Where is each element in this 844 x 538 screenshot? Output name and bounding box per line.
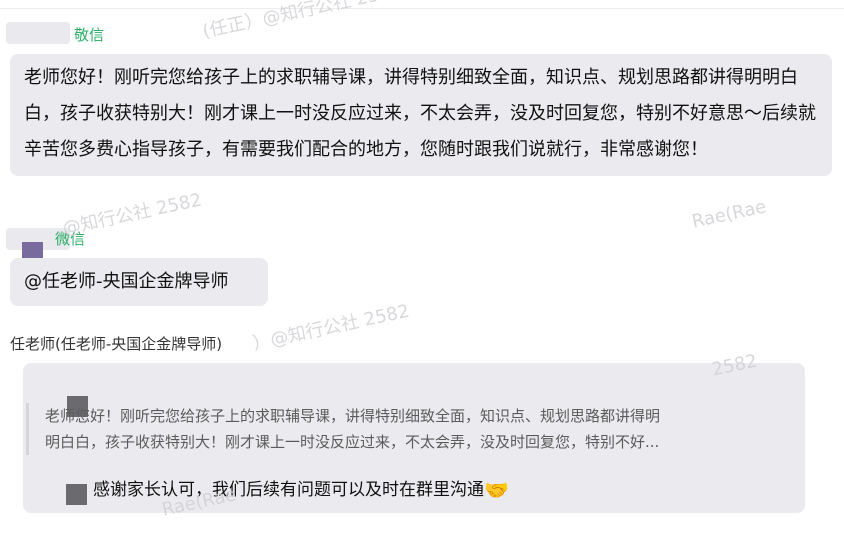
- message-text: 老师您好！刚听完您给孩子上的求职辅导课，讲得特别细致全面，知识点、规划思路都讲得…: [24, 67, 816, 160]
- mention-text: @任老师-央国企金牌导师: [24, 271, 229, 292]
- watermark: Rae(Rae: [690, 196, 769, 233]
- blurred-sender-avatar: [6, 22, 70, 44]
- top-divider: [0, 8, 844, 9]
- censor-block: [66, 484, 87, 505]
- mention-bubble[interactable]: @任老师-央国企金牌导师: [10, 258, 268, 306]
- watermark: (任正）@知行公社 2582: [200, 0, 404, 43]
- watermark: ）@知行公社 2582: [250, 300, 412, 355]
- reply-message: 感谢家长认可，我们后续有问题可以及时在群里沟通🤝: [93, 477, 509, 503]
- quoted-message[interactable]: 老师您好！刚听完您给孩子上的求职辅导课，讲得特别细致全面，知识点、规划思路都讲得…: [26, 403, 787, 455]
- message-bubble[interactable]: 老师您好！刚听完您给孩子上的求职辅导课，讲得特别细致全面，知识点、规划思路都讲得…: [10, 54, 832, 176]
- reply-sender-name: 任老师(任老师-央国企金牌导师): [10, 335, 223, 353]
- reply-text: 感谢家长认可，我们后续有问题可以及时在群里沟通: [93, 480, 484, 500]
- quote-line: 明白白，孩子收获特别大！刚才课上一时没反应过来，不太会弄，没及时回复您，特别不好…: [45, 433, 660, 451]
- sender-tag: 敬信: [74, 26, 105, 44]
- quote-line: 老师您好！刚听完您给孩子上的求职辅导课，讲得特别细致全面，知识点、规划思路都讲得…: [45, 407, 661, 425]
- watermark: @知行公社 2582: [60, 189, 204, 240]
- handshake-icon: 🤝: [484, 478, 509, 502]
